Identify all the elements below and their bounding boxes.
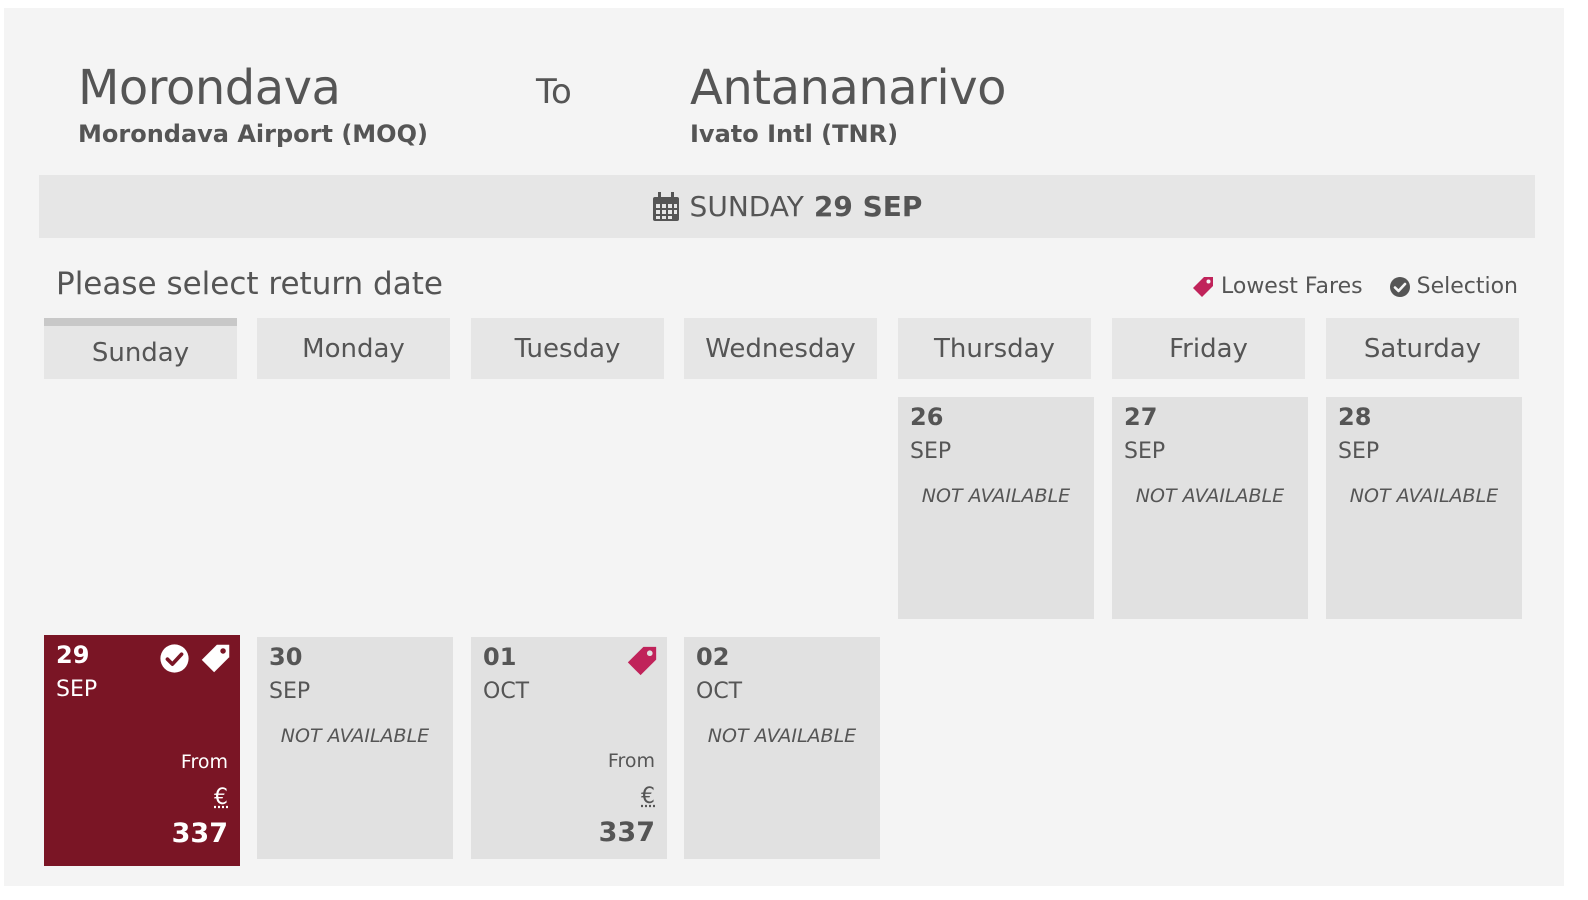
day-number: 27 xyxy=(1124,403,1158,431)
day-cell-27-sep[interactable]: 27 SEP NOT AVAILABLE xyxy=(1112,397,1308,619)
legend: Lowest Fares Selection xyxy=(1165,274,1518,299)
outbound-date-banner: SUNDAY 29 SEP xyxy=(39,175,1535,238)
currency-symbol: € xyxy=(641,784,655,809)
legend-lowest-fares: Lowest Fares xyxy=(1191,274,1363,299)
outbound-date: 29 SEP xyxy=(813,190,923,223)
price-tag-icon xyxy=(625,644,659,682)
check-circle-icon xyxy=(159,643,190,678)
legend-lowest-fares-label: Lowest Fares xyxy=(1220,274,1363,299)
day-number: 29 xyxy=(56,641,90,669)
weekday-header-saturday: Saturday xyxy=(1326,318,1519,379)
legend-selection-label: Selection xyxy=(1416,274,1518,299)
day-cell-01-oct[interactable]: 01 OCT From € 337 xyxy=(471,637,667,859)
destination-city: Antananarivo xyxy=(690,60,1007,116)
availability-status: NOT AVAILABLE xyxy=(280,725,430,747)
day-month: SEP xyxy=(1338,439,1380,464)
availability-status: NOT AVAILABLE xyxy=(1349,485,1499,507)
destination-airport: Ivato Intl (TNR) xyxy=(690,120,899,148)
availability-status: NOT AVAILABLE xyxy=(921,485,1071,507)
check-circle-icon xyxy=(1389,276,1410,297)
day-cell-02-oct[interactable]: 02 OCT NOT AVAILABLE xyxy=(684,637,880,859)
day-cell-28-sep[interactable]: 28 SEP NOT AVAILABLE xyxy=(1326,397,1522,619)
weekday-header-friday: Friday xyxy=(1112,318,1305,379)
day-number: 01 xyxy=(483,643,517,671)
origin-airport: Morondava Airport (MOQ) xyxy=(78,120,428,148)
weekday-header-monday: Monday xyxy=(257,318,450,379)
availability-status: NOT AVAILABLE xyxy=(1135,485,1285,507)
day-number: 02 xyxy=(696,643,730,671)
weekday-header-thursday: Thursday xyxy=(898,318,1091,379)
weekday-header-wednesday: Wednesday xyxy=(684,318,877,379)
fare-price: 337 xyxy=(598,817,655,848)
outbound-weekday: SUNDAY xyxy=(689,190,804,223)
weekday-header-tuesday: Tuesday xyxy=(471,318,664,379)
price-tag-icon xyxy=(1192,276,1213,297)
fare-price: 337 xyxy=(171,818,228,849)
availability-status: NOT AVAILABLE xyxy=(707,725,857,747)
legend-selection: Selection xyxy=(1389,274,1518,299)
weekday-header-sunday: Sunday xyxy=(44,318,237,379)
day-month: OCT xyxy=(483,679,530,704)
day-cell-29-sep[interactable]: 29 SEP From € 337 xyxy=(44,635,240,866)
day-month: OCT xyxy=(696,679,743,704)
instruction-text: Please select return date xyxy=(56,266,443,302)
day-number: 26 xyxy=(910,403,944,431)
from-label: From xyxy=(607,750,655,772)
to-label: To xyxy=(536,72,572,112)
price-tag-icon xyxy=(199,642,232,679)
origin-city: Morondava xyxy=(78,60,341,116)
day-cell-26-sep[interactable]: 26 SEP NOT AVAILABLE xyxy=(898,397,1094,619)
day-month: SEP xyxy=(910,439,952,464)
calendar-icon xyxy=(652,191,680,222)
from-label: From xyxy=(180,751,228,773)
day-month: SEP xyxy=(269,679,311,704)
day-number: 28 xyxy=(1338,403,1372,431)
day-month: SEP xyxy=(1124,439,1166,464)
day-month: SEP xyxy=(56,677,98,702)
currency-symbol: € xyxy=(214,785,228,810)
day-number: 30 xyxy=(269,643,303,671)
day-cell-30-sep[interactable]: 30 SEP NOT AVAILABLE xyxy=(257,637,453,859)
